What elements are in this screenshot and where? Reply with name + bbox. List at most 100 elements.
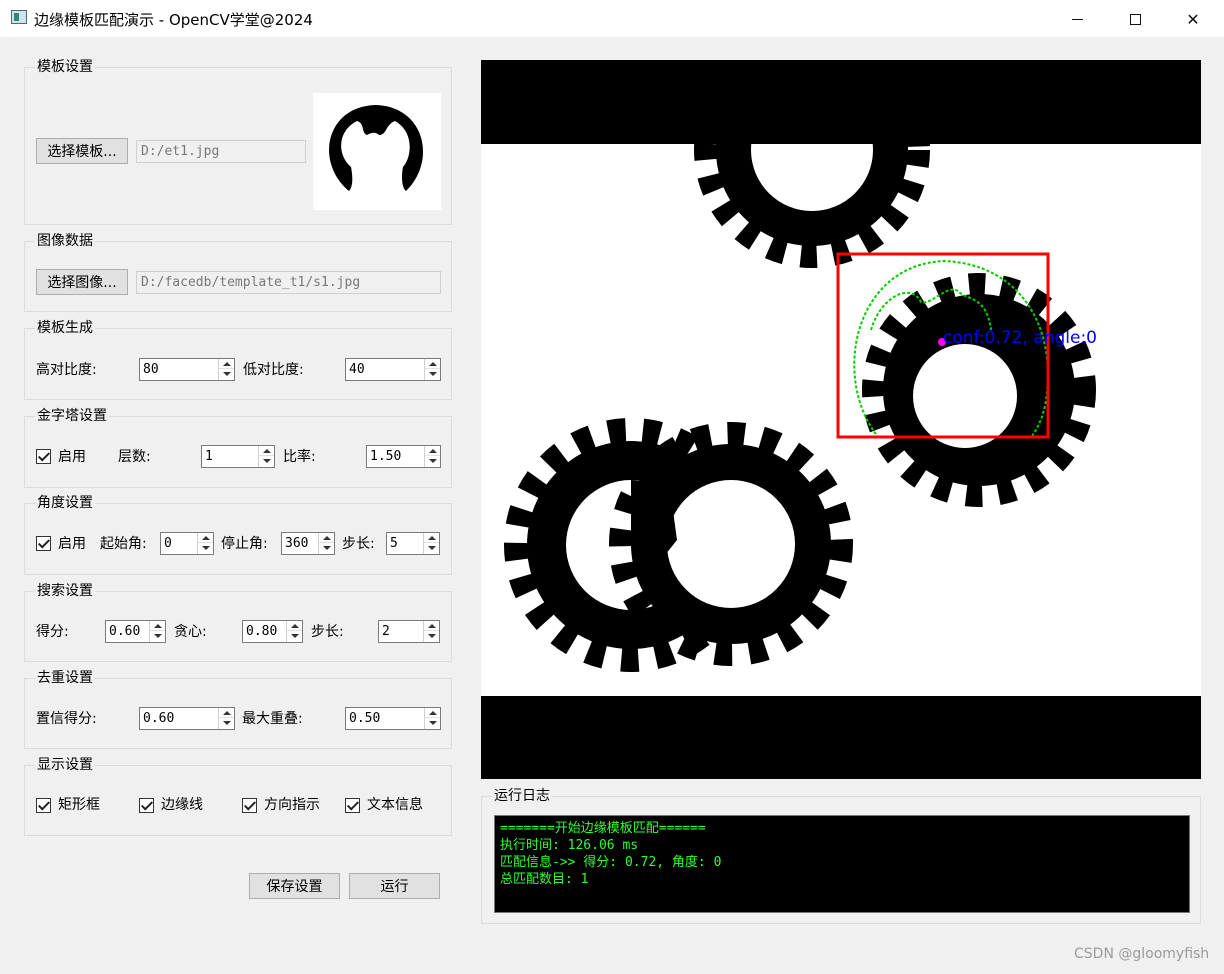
score-spinbox[interactable]: 0.60 [105,620,166,643]
greedy-label: 贪心: [174,624,207,640]
show-direction-checkbox[interactable] [242,798,257,813]
search-step-spinbox[interactable]: 2 [378,620,440,643]
log-line: 执行时间: 126.06 ms [500,838,639,853]
save-settings-button[interactable]: 保存设置 [249,873,340,899]
group-title: 去重设置 [35,670,95,686]
score-label: 得分: [36,624,69,640]
search-step-label: 步长: [311,624,344,640]
group-title: 显示设置 [35,757,95,773]
result-image: conf:0.72, angle:0 [481,144,1201,696]
spin-down-icon[interactable] [425,718,440,728]
show-text-checkbox[interactable] [345,798,360,813]
spin-down-icon[interactable] [198,543,213,553]
log-line: 总匹配数目: 1 [500,872,589,887]
max-overlap-spinbox[interactable]: 0.50 [345,707,441,730]
spin-up-icon[interactable] [287,621,302,631]
spin-up-icon[interactable] [425,359,440,369]
spin-value: 1.50 [370,449,402,464]
group-title: 图像数据 [35,233,95,249]
image-path-field[interactable]: D:/facedb/template_t1/s1.jpg [136,271,441,294]
spin-value: 40 [349,362,365,377]
spin-down-icon[interactable] [259,456,274,466]
pyramid-enable-label: 启用 [58,449,86,465]
group-title: 运行日志 [492,788,552,804]
stop-angle-spinbox[interactable]: 360 [281,532,335,555]
spin-value: 5 [390,536,398,551]
group-title: 金字塔设置 [35,408,109,424]
spin-down-icon[interactable] [150,631,165,641]
spin-up-icon[interactable] [150,621,165,631]
spin-up-icon[interactable] [319,533,334,543]
image-data-group: 图像数据 选择图像... D:/facedb/template_t1/s1.jp… [24,233,452,312]
spin-up-icon[interactable] [425,446,440,456]
show-edge-checkbox[interactable] [139,798,154,813]
group-title: 角度设置 [35,495,95,511]
spin-value: 0.60 [109,624,141,639]
group-title: 搜索设置 [35,583,95,599]
template-generation-group: 模板生成 高对比度: 80 低对比度: 40 [24,320,452,400]
watermark: CSDN @gloomyfish [1074,946,1210,962]
spin-down-icon[interactable] [424,543,439,553]
spin-up-icon[interactable] [424,533,439,543]
start-angle-spinbox[interactable]: 0 [160,532,214,555]
angle-step-spinbox[interactable]: 5 [386,532,440,555]
window-title: 边缘模板匹配演示 - OpenCV学堂@2024 [34,11,313,29]
match-annotation: conf:0.72, angle:0 [943,328,1097,348]
ratio-spinbox[interactable]: 1.50 [366,445,441,468]
close-icon: ✕ [1186,9,1200,29]
spin-value: 0.60 [143,711,175,726]
minimize-icon [1071,18,1083,20]
close-button[interactable]: ✕ [1164,0,1222,38]
minimize-button[interactable] [1048,0,1106,38]
spin-value: 2 [382,624,390,639]
stop-angle-label: 停止角: [221,536,268,552]
spin-value: 360 [285,536,309,551]
angle-enable-checkbox[interactable] [36,536,51,551]
spin-value: 1 [205,449,213,464]
show-rect-checkbox[interactable] [36,798,51,813]
spin-down-icon[interactable] [219,718,234,728]
spin-up-icon[interactable] [219,359,234,369]
pyramid-group: 金字塔设置 启用 层数: 1 比率: 1.50 [24,408,452,488]
angle-group: 角度设置 启用 起始角: 0 停止角: 360 步长: 5 [24,495,452,575]
app-icon [11,10,27,24]
spin-down-icon[interactable] [424,631,439,641]
low-contrast-label: 低对比度: [243,362,304,378]
template-settings-group: 模板设置 选择模板... D:/et1.jpg [24,59,452,225]
spin-up-icon[interactable] [425,708,440,718]
template-shape [329,105,424,191]
spin-up-icon[interactable] [424,621,439,631]
select-template-button[interactable]: 选择模板... [36,138,128,164]
title-bar: 边缘模板匹配演示 - OpenCV学堂@2024 ✕ [0,0,1224,38]
greedy-spinbox[interactable]: 0.80 [242,620,303,643]
low-contrast-spinbox[interactable]: 40 [345,358,441,381]
high-contrast-label: 高对比度: [36,362,97,378]
log-output[interactable]: =======开始边缘模板匹配====== 执行时间: 126.06 ms 匹配… [494,815,1190,913]
levels-spinbox[interactable]: 1 [201,445,275,468]
pyramid-enable-checkbox[interactable] [36,449,51,464]
spin-up-icon[interactable] [198,533,213,543]
template-path-field[interactable]: D:/et1.jpg [136,140,306,163]
spin-down-icon[interactable] [287,631,302,641]
log-line: =======开始边缘模板匹配====== [500,821,706,836]
spin-down-icon[interactable] [425,369,440,379]
spin-up-icon[interactable] [219,708,234,718]
group-title: 模板设置 [35,59,95,75]
spin-up-icon[interactable] [259,446,274,456]
template-preview [313,93,441,210]
spin-down-icon[interactable] [319,543,334,553]
spin-down-icon[interactable] [425,456,440,466]
show-text-label: 文本信息 [367,797,423,813]
high-contrast-spinbox[interactable]: 80 [139,358,235,381]
confidence-spinbox[interactable]: 0.60 [139,707,235,730]
select-image-button[interactable]: 选择图像... [36,269,128,295]
show-edge-label: 边缘线 [161,797,203,813]
maximize-icon [1129,13,1141,25]
ratio-label: 比率: [283,449,316,465]
gear-top-hole [751,144,873,211]
spin-value: 0 [164,536,172,551]
start-angle-label: 起始角: [100,536,147,552]
maximize-button[interactable] [1106,0,1164,38]
spin-down-icon[interactable] [219,369,234,379]
run-button[interactable]: 运行 [349,873,440,899]
